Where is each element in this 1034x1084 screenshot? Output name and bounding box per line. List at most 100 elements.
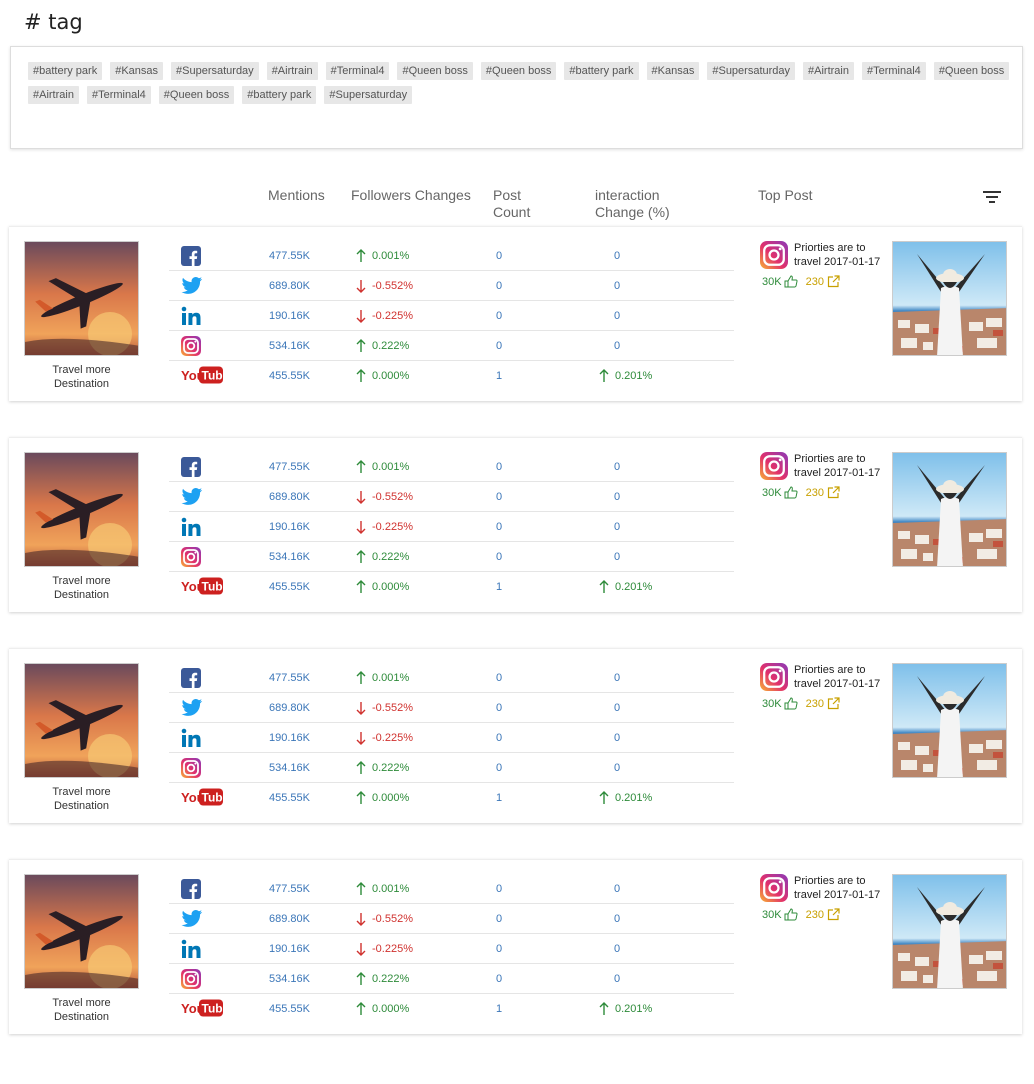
- mentions-value[interactable]: 455.55K: [269, 994, 310, 1024]
- mentions-value[interactable]: 689.80K: [269, 271, 310, 301]
- post-count-value[interactable]: 0: [496, 512, 502, 542]
- followers-change: -0.552%: [354, 482, 413, 512]
- post-count-value[interactable]: 0: [496, 482, 502, 512]
- top-post-text[interactable]: Priorties are to travel 2017-01-17: [794, 663, 894, 691]
- post-count-value[interactable]: 0: [496, 874, 502, 904]
- tag-chip[interactable]: #Kansas: [110, 62, 164, 80]
- airplane-image[interactable]: [24, 452, 139, 567]
- top-post-text[interactable]: Priorties are to travel 2017-01-17: [794, 241, 894, 269]
- tag-chip[interactable]: #Queen boss: [158, 86, 235, 104]
- followers-change-value: 0.001%: [372, 883, 410, 895]
- post-count-value[interactable]: 0: [496, 964, 502, 994]
- mentions-value[interactable]: 190.16K: [269, 934, 310, 964]
- top-post-text-line2: travel 2017-01-17: [794, 678, 881, 690]
- post-count-value[interactable]: 1: [496, 783, 502, 813]
- tag-chip[interactable]: #battery park: [28, 62, 103, 80]
- post-count-value[interactable]: 0: [496, 753, 502, 783]
- youtube-icon: YouTube: [181, 999, 230, 1020]
- caption-line1: Travel more: [52, 786, 111, 798]
- post-count-value[interactable]: 0: [496, 241, 502, 271]
- followers-change-value: 0.000%: [372, 792, 410, 804]
- mentions-value[interactable]: 477.55K: [269, 874, 310, 904]
- mentions-value[interactable]: 534.16K: [269, 331, 310, 361]
- top-post-text[interactable]: Priorties are to travel 2017-01-17: [794, 874, 894, 902]
- interaction-change: 0: [614, 551, 621, 563]
- interaction-change: 0: [614, 702, 621, 714]
- top-post-image[interactable]: [892, 241, 1007, 356]
- followers-changes-header[interactable]: Followers Changes: [351, 187, 471, 204]
- followers-change: -0.552%: [354, 693, 413, 723]
- mentions-value[interactable]: 190.16K: [269, 723, 310, 753]
- tag-chip[interactable]: #Kansas: [646, 62, 700, 80]
- mentions-value[interactable]: 534.16K: [269, 542, 310, 572]
- mentions-value[interactable]: 477.55K: [269, 452, 310, 482]
- table-row: YouTube 455.55K 0.000% 1 0.201%: [169, 994, 734, 1024]
- external-link-icon[interactable]: [827, 908, 840, 921]
- post-count-value[interactable]: 0: [496, 542, 502, 572]
- mentions-value[interactable]: 190.16K: [269, 301, 310, 331]
- tag-chip[interactable]: #battery park: [242, 86, 317, 104]
- mentions-value[interactable]: 455.55K: [269, 361, 310, 391]
- likes-count: 30K: [762, 908, 798, 921]
- tag-chip[interactable]: #Queen boss: [933, 62, 1010, 80]
- tag-chip[interactable]: #Terminal4: [325, 62, 390, 80]
- mentions-value[interactable]: 190.16K: [269, 512, 310, 542]
- mentions-value[interactable]: 689.80K: [269, 482, 310, 512]
- tag-chip[interactable]: #Airtrain: [803, 62, 854, 80]
- tag-chip[interactable]: #Supersaturday: [171, 62, 259, 80]
- card-caption: Travel more Destination: [24, 996, 139, 1024]
- post-count-value[interactable]: 1: [496, 572, 502, 602]
- tag-chip[interactable]: #Terminal4: [86, 86, 151, 104]
- post-count-value[interactable]: 1: [496, 361, 502, 391]
- mentions-value[interactable]: 534.16K: [269, 964, 310, 994]
- airplane-image[interactable]: [24, 663, 139, 778]
- facebook-icon: [181, 246, 201, 269]
- top-post-text[interactable]: Priorties are to travel 2017-01-17: [794, 452, 894, 480]
- top-post-text-line2: travel 2017-01-17: [794, 467, 881, 479]
- post-count-value[interactable]: 0: [496, 904, 502, 934]
- post-count-value[interactable]: 0: [496, 723, 502, 753]
- top-post-stats: 30K 230: [762, 697, 840, 710]
- external-link-icon[interactable]: [827, 697, 840, 710]
- tag-chip[interactable]: #Terminal4: [862, 62, 926, 80]
- post-count-value[interactable]: 0: [496, 663, 502, 693]
- tag-chip[interactable]: #Supersaturday: [324, 86, 413, 104]
- interaction-change-header[interactable]: interaction Change (%): [595, 187, 670, 221]
- tag-chip[interactable]: #Airtrain: [28, 86, 79, 104]
- post-count-value[interactable]: 0: [496, 331, 502, 361]
- post-count-value[interactable]: 0: [496, 934, 502, 964]
- mentions-value[interactable]: 689.80K: [269, 693, 310, 723]
- followers-change: 0.001%: [354, 452, 409, 482]
- external-link-icon[interactable]: [827, 275, 840, 288]
- post-count-value[interactable]: 1: [496, 994, 502, 1024]
- top-post-image[interactable]: [892, 452, 1007, 567]
- caption-line2: Destination: [53, 800, 110, 812]
- tag-chip[interactable]: #Queen boss: [397, 62, 473, 80]
- mentions-value[interactable]: 689.80K: [269, 904, 310, 934]
- top-post-image[interactable]: [892, 663, 1007, 778]
- post-count-header[interactable]: Post Count: [493, 187, 530, 221]
- table-row: 534.16K 0.222% 0 0: [169, 542, 734, 572]
- tag-chip[interactable]: #battery park: [564, 62, 639, 80]
- mentions-value[interactable]: 455.55K: [269, 783, 310, 813]
- mentions-header[interactable]: Mentions: [268, 187, 325, 204]
- mentions-value[interactable]: 534.16K: [269, 753, 310, 783]
- mentions-value[interactable]: 455.55K: [269, 572, 310, 602]
- post-count-value[interactable]: 0: [496, 301, 502, 331]
- tag-chip[interactable]: #Supersaturday: [707, 62, 796, 80]
- post-count-value[interactable]: 0: [496, 693, 502, 723]
- filter-icon[interactable]: [983, 191, 1001, 205]
- post-count-value[interactable]: 0: [496, 452, 502, 482]
- external-link-icon[interactable]: [827, 486, 840, 499]
- interaction-change: 0.201%: [597, 572, 652, 602]
- tag-chip[interactable]: #Queen boss: [480, 62, 557, 80]
- tag-chip[interactable]: #Airtrain: [266, 62, 318, 80]
- airplane-image[interactable]: [24, 874, 139, 989]
- airplane-image[interactable]: [24, 241, 139, 356]
- table-row: 190.16K -0.225% 0 0: [169, 301, 734, 331]
- post-count-value[interactable]: 0: [496, 271, 502, 301]
- top-post-image[interactable]: [892, 874, 1007, 989]
- facebook-icon: [181, 668, 201, 691]
- mentions-value[interactable]: 477.55K: [269, 241, 310, 271]
- mentions-value[interactable]: 477.55K: [269, 663, 310, 693]
